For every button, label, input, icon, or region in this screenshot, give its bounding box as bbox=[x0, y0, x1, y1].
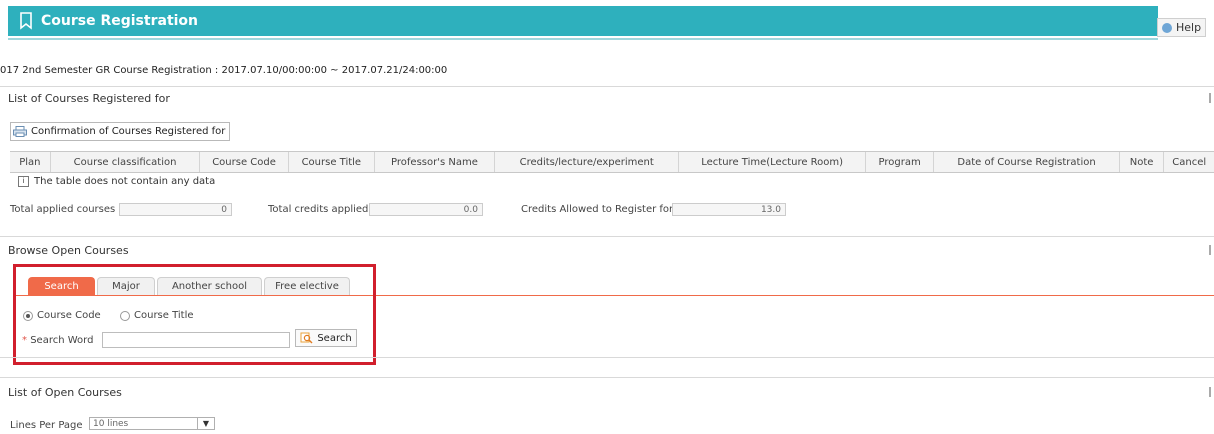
col-cancel: Cancel bbox=[1172, 156, 1207, 168]
section-divider bbox=[0, 236, 1214, 237]
total-credits-label: Total credits applied bbox=[268, 204, 369, 215]
highlight-box bbox=[13, 264, 376, 365]
confirmation-label: Confirmation of Courses Registered for bbox=[31, 126, 226, 137]
total-courses-value: 0 bbox=[119, 203, 232, 216]
help-button[interactable]: Help bbox=[1157, 18, 1207, 37]
collapse-handle[interactable] bbox=[1209, 245, 1211, 255]
info-icon: i bbox=[18, 176, 29, 187]
col-note: Note bbox=[1120, 152, 1165, 172]
section-divider bbox=[0, 377, 1214, 378]
lines-per-page-value: 10 lines bbox=[93, 418, 129, 429]
registered-table-header: Plan Course classification Course Code C… bbox=[10, 151, 1214, 173]
col-course-code: Course Code bbox=[200, 152, 289, 172]
section-divider bbox=[0, 86, 1214, 87]
col-credits: Credits/lecture/experiment bbox=[495, 152, 680, 172]
total-credits-value: 0.0 bbox=[369, 203, 483, 216]
col-course-title: Course Title bbox=[289, 152, 375, 172]
total-courses-label: Total applied courses bbox=[10, 204, 116, 215]
title-bar: Course Registration bbox=[8, 6, 1158, 36]
col-registration-date: Date of Course Registration bbox=[934, 152, 1120, 172]
lines-per-page-label: Lines Per Page bbox=[10, 420, 83, 431]
col-program: Program bbox=[866, 152, 935, 172]
help-icon bbox=[1162, 22, 1172, 33]
registered-heading: List of Courses Registered for bbox=[8, 92, 170, 105]
col-plan: Plan bbox=[10, 152, 51, 172]
open-courses-heading: List of Open Courses bbox=[8, 386, 122, 399]
section-divider bbox=[0, 357, 1214, 358]
col-professor-name: Professor's Name bbox=[375, 152, 495, 172]
col-course-classification: Course classification bbox=[51, 152, 201, 172]
confirmation-button[interactable]: Confirmation of Courses Registered for bbox=[10, 122, 231, 141]
allowed-credits-label: Credits Allowed to Register for bbox=[521, 204, 674, 215]
empty-table-text: The table does not contain any data bbox=[34, 176, 216, 187]
page-title: Course Registration bbox=[41, 13, 199, 29]
chevron-down-icon: ▼ bbox=[197, 418, 214, 429]
bookmark-icon bbox=[20, 12, 32, 30]
title-underline bbox=[8, 38, 1158, 40]
empty-table-message: i The table does not contain any data bbox=[18, 176, 215, 187]
help-label: Help bbox=[1176, 21, 1202, 34]
col-lecture-time: Lecture Time(Lecture Room) bbox=[679, 152, 866, 172]
print-icon bbox=[13, 126, 27, 137]
registration-period: 017 2nd Semester GR Course Registration … bbox=[0, 65, 448, 76]
collapse-handle[interactable] bbox=[1209, 93, 1211, 103]
browse-heading: Browse Open Courses bbox=[8, 244, 129, 257]
allowed-credits-value: 13.0 bbox=[672, 203, 786, 216]
lines-per-page-select[interactable]: 10 lines ▼ bbox=[89, 417, 215, 430]
collapse-handle[interactable] bbox=[1209, 387, 1211, 397]
